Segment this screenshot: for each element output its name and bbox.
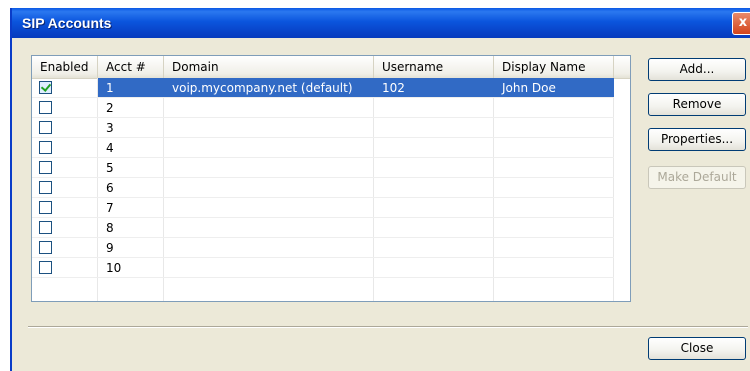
separator <box>28 326 748 328</box>
enabled-checkbox[interactable] <box>39 221 52 234</box>
table-row[interactable]: 5 <box>32 158 614 178</box>
username-cell: 102 <box>382 81 405 95</box>
column-header-enabled[interactable]: Enabled <box>32 56 98 78</box>
window-title: SIP Accounts <box>22 15 112 31</box>
domain-cell <box>164 118 374 138</box>
table-row[interactable]: 2 <box>32 98 614 118</box>
domain-cell <box>164 138 374 158</box>
remove-button[interactable]: Remove <box>648 93 746 116</box>
username-cell <box>374 218 494 238</box>
acct-cell: 9 <box>106 241 114 255</box>
display-name-cell <box>494 258 614 278</box>
column-header-filler <box>614 56 630 78</box>
username-cell <box>374 98 494 118</box>
acct-cell: 4 <box>106 141 114 155</box>
acct-cell: 1 <box>106 81 114 95</box>
domain-cell <box>164 238 374 258</box>
acct-cell: 7 <box>106 201 114 215</box>
username-cell <box>374 118 494 138</box>
add-button[interactable]: Add... <box>648 58 746 81</box>
display-name-cell <box>494 118 614 138</box>
properties-button[interactable]: Properties... <box>648 128 746 151</box>
display-name-cell <box>494 158 614 178</box>
domain-cell <box>164 218 374 238</box>
display-name-cell <box>494 98 614 118</box>
display-name-cell <box>494 198 614 218</box>
enabled-checkbox[interactable] <box>39 261 52 274</box>
username-cell <box>374 258 494 278</box>
table-row[interactable]: 4 <box>32 138 614 158</box>
table-row[interactable]: 10 <box>32 258 614 278</box>
table-row[interactable]: 8 <box>32 218 614 238</box>
username-cell <box>374 238 494 258</box>
table-row[interactable]: 1 voip.mycompany.net (default) 102 John Doe <box>32 78 614 98</box>
column-header-domain[interactable]: Domain <box>164 56 374 78</box>
list-header: Enabled Acct # Domain Username Display N… <box>32 56 630 79</box>
enabled-checkbox[interactable] <box>39 81 52 94</box>
acct-cell: 3 <box>106 121 114 135</box>
username-cell <box>374 178 494 198</box>
display-name-cell <box>494 138 614 158</box>
accounts-list[interactable]: Enabled Acct # Domain Username Display N… <box>31 55 631 302</box>
domain-cell: voip.mycompany.net (default) <box>172 81 353 95</box>
acct-cell: 6 <box>106 181 114 195</box>
table-row[interactable]: 6 <box>32 178 614 198</box>
make-default-button[interactable]: Make Default <box>648 166 746 189</box>
enabled-checkbox[interactable] <box>39 161 52 174</box>
domain-cell <box>164 158 374 178</box>
display-name-cell: John Doe <box>502 81 556 95</box>
display-name-cell <box>494 218 614 238</box>
username-cell <box>374 198 494 218</box>
enabled-checkbox[interactable] <box>39 201 52 214</box>
sip-accounts-dialog: SIP Accounts x Enabled Acct # Domain Use… <box>10 8 750 371</box>
domain-cell <box>164 198 374 218</box>
column-header-username[interactable]: Username <box>374 56 494 78</box>
domain-cell <box>164 178 374 198</box>
table-row[interactable]: 7 <box>32 198 614 218</box>
acct-cell: 10 <box>106 261 122 275</box>
enabled-checkbox[interactable] <box>39 241 52 254</box>
domain-cell <box>164 98 374 118</box>
enabled-checkbox[interactable] <box>39 181 52 194</box>
column-header-display-name[interactable]: Display Name <box>494 56 614 78</box>
acct-cell: 8 <box>106 221 114 235</box>
table-row[interactable]: 9 <box>32 238 614 258</box>
close-window-icon[interactable]: x <box>732 12 750 35</box>
enabled-checkbox[interactable] <box>39 121 52 134</box>
display-name-cell <box>494 238 614 258</box>
table-row[interactable]: 3 <box>32 118 614 138</box>
display-name-cell <box>494 178 614 198</box>
domain-cell <box>164 258 374 278</box>
column-header-acct[interactable]: Acct # <box>98 56 164 78</box>
close-button[interactable]: Close <box>648 337 746 360</box>
title-bar[interactable]: SIP Accounts x <box>12 8 750 38</box>
acct-cell: 5 <box>106 161 114 175</box>
enabled-checkbox[interactable] <box>39 141 52 154</box>
username-cell <box>374 138 494 158</box>
acct-cell: 2 <box>106 101 114 115</box>
username-cell <box>374 158 494 178</box>
enabled-checkbox[interactable] <box>39 101 52 114</box>
